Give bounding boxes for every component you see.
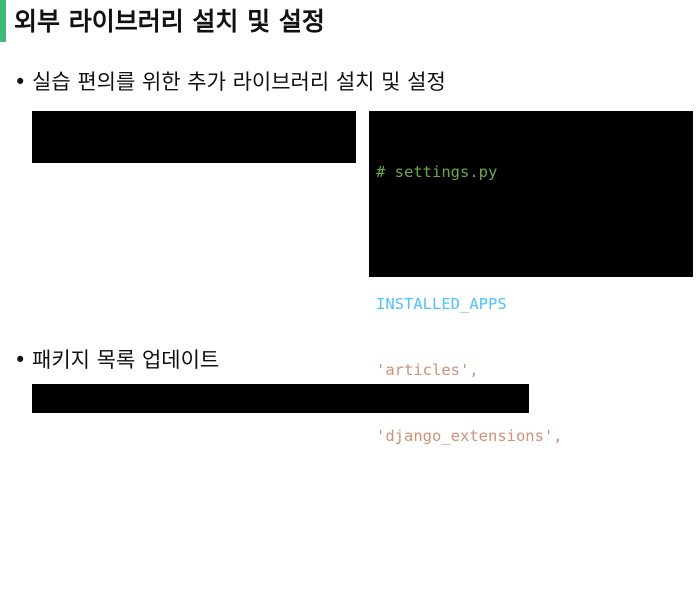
bullet-setup-text: 실습 편의를 위한 추가 라이브러리 설치 및 설정 bbox=[32, 70, 446, 94]
installed-apps-var: INSTALLED_APPS bbox=[376, 295, 507, 313]
installed-apps-op: = [ bbox=[506, 295, 544, 313]
pip-install-code-block: $ pip install ipython $ pip install djan… bbox=[32, 111, 356, 245]
settings-comment: # settings.py bbox=[376, 163, 498, 181]
installed-apps-ellipsis: ..., bbox=[376, 493, 414, 511]
settings-code-block: # settings.py INSTALLED_APPS = [ 'articl… bbox=[369, 111, 693, 577]
bullet-freeze: • 패키지 목록 업데이트 bbox=[14, 344, 219, 374]
settings-blank-line bbox=[376, 227, 693, 249]
bullet-setup: • 실습 편의를 위한 추가 라이브러리 설치 및 설정 bbox=[14, 66, 446, 96]
bullet-dot-icon: • bbox=[14, 70, 27, 94]
pip-install-line-django-extensions: $ pip install django-extensions bbox=[39, 227, 329, 245]
installed-apps-line: INSTALLED_APPS = [ bbox=[376, 293, 693, 315]
bullet-dot-icon: • bbox=[14, 348, 27, 372]
installed-apps-close: ] bbox=[376, 559, 386, 577]
pip-install-line-ipython: $ pip install ipython bbox=[39, 161, 235, 179]
title-accent-bar bbox=[0, 0, 6, 42]
pip-freeze-line: $ pip freeze > requirements.txt bbox=[39, 434, 329, 452]
installed-app-articles: 'articles', bbox=[376, 361, 479, 379]
pip-freeze-code-block: $ pip freeze > requirements.txt bbox=[32, 384, 529, 452]
bullet-freeze-text: 패키지 목록 업데이트 bbox=[32, 348, 220, 372]
slide-title: 외부 라이브러리 설치 및 설정 bbox=[14, 7, 325, 36]
